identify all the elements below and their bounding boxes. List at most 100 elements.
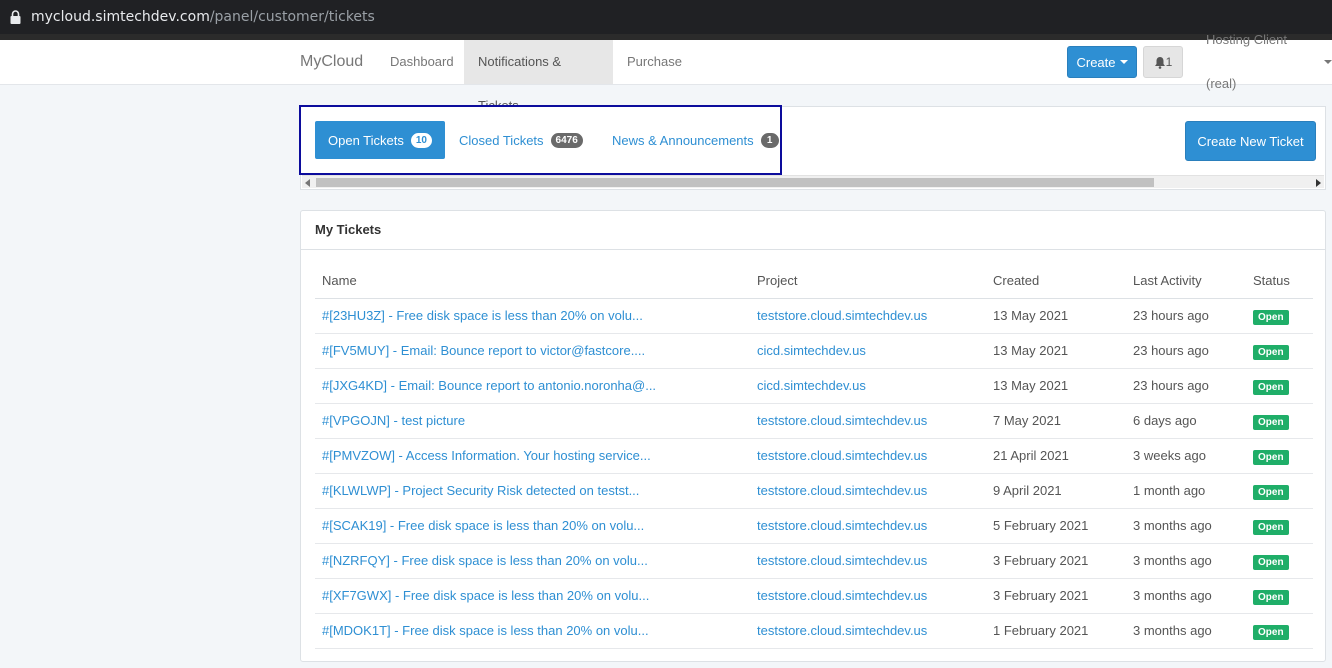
ticket-project-cell: teststore.cloud.simtechdev.us bbox=[750, 543, 986, 579]
ticket-created-cell: 3 February 2021 bbox=[986, 578, 1126, 614]
status-badge: Open bbox=[1253, 414, 1289, 430]
table-row[interactable]: #[23HU3Z] - Free disk space is less than… bbox=[315, 298, 1313, 334]
ticket-name-cell: #[MDOK1T] - Free disk space is less than… bbox=[315, 613, 750, 649]
nav-purchase[interactable]: Purchase bbox=[613, 40, 696, 84]
status-badge: Open bbox=[1253, 624, 1289, 640]
status-badge: Open bbox=[1253, 379, 1289, 395]
ticket-last-activity-cell: 1 month ago bbox=[1126, 473, 1246, 509]
ticket-status-cell: Open bbox=[1246, 473, 1313, 509]
ticket-project-cell: teststore.cloud.simtechdev.us bbox=[750, 298, 986, 334]
project-link[interactable]: teststore.cloud.simtechdev.us bbox=[757, 518, 927, 533]
caret-down-icon bbox=[1324, 60, 1332, 64]
ticket-name-cell: #[NZRFQY] - Free disk space is less than… bbox=[315, 543, 750, 579]
ticket-last-activity-cell: 3 months ago bbox=[1126, 578, 1246, 614]
ticket-status-cell: Open bbox=[1246, 543, 1313, 579]
status-badge: Open bbox=[1253, 484, 1289, 500]
table-row[interactable]: #[XF7GWX] - Free disk space is less than… bbox=[315, 578, 1313, 614]
status-badge: Open bbox=[1253, 344, 1289, 360]
top-navbar: MyCloud Dashboard Notifications & Ticket… bbox=[0, 32, 1332, 113]
project-link[interactable]: teststore.cloud.simtechdev.us bbox=[757, 448, 927, 463]
column-header-status[interactable]: Status bbox=[1246, 263, 1313, 299]
table-row[interactable]: #[FV5MUY] - Email: Bounce report to vict… bbox=[315, 333, 1313, 369]
status-badge: Open bbox=[1253, 309, 1289, 325]
create-dropdown-button[interactable]: Create bbox=[1067, 46, 1137, 78]
scroll-left-icon[interactable] bbox=[305, 179, 310, 187]
table-row[interactable]: #[KLWLWP] - Project Security Risk detect… bbox=[315, 473, 1313, 509]
ticket-project-cell: teststore.cloud.simtechdev.us bbox=[750, 473, 986, 509]
ticket-last-activity-cell: 23 hours ago bbox=[1126, 333, 1246, 369]
ticket-last-activity-cell: 3 months ago bbox=[1126, 508, 1246, 544]
ticket-link[interactable]: #[KLWLWP] - Project Security Risk detect… bbox=[322, 483, 639, 498]
ticket-link[interactable]: #[JXG4KD] - Email: Bounce report to anto… bbox=[322, 378, 656, 393]
project-link[interactable]: teststore.cloud.simtechdev.us bbox=[757, 553, 927, 568]
ticket-last-activity-cell: 3 months ago bbox=[1126, 543, 1246, 579]
ticket-name-cell: #[23HU3Z] - Free disk space is less than… bbox=[315, 298, 750, 334]
project-link[interactable]: teststore.cloud.simtechdev.us bbox=[757, 483, 927, 498]
column-header-name[interactable]: Name bbox=[315, 263, 750, 299]
ticket-created-cell: 13 May 2021 bbox=[986, 298, 1126, 334]
table-row[interactable]: #[PMVZOW] - Access Information. Your hos… bbox=[315, 438, 1313, 474]
ticket-name-cell: #[JXG4KD] - Email: Bounce report to anto… bbox=[315, 368, 750, 404]
ticket-link[interactable]: #[XF7GWX] - Free disk space is less than… bbox=[322, 588, 649, 603]
project-link[interactable]: teststore.cloud.simtechdev.us bbox=[757, 588, 927, 603]
ticket-status-cell: Open bbox=[1246, 613, 1313, 649]
user-label: Hosting Client (real) bbox=[1206, 32, 1287, 91]
scrollbar-thumb[interactable] bbox=[316, 178, 1154, 187]
table-row[interactable]: #[SCAK19] - Free disk space is less than… bbox=[315, 508, 1313, 544]
user-menu[interactable]: Hosting Client (real) bbox=[1206, 32, 1332, 91]
ticket-link[interactable]: #[FV5MUY] - Email: Bounce report to vict… bbox=[322, 343, 645, 358]
ticket-link[interactable]: #[PMVZOW] - Access Information. Your hos… bbox=[322, 448, 651, 463]
ticket-link[interactable]: #[VPGOJN] - test picture bbox=[322, 413, 465, 428]
horizontal-scrollbar[interactable] bbox=[302, 175, 1324, 188]
ticket-link[interactable]: #[23HU3Z] - Free disk space is less than… bbox=[322, 308, 643, 323]
browser-address-bar[interactable]: mycloud.simtechdev.com/panel/customer/ti… bbox=[0, 0, 1332, 34]
column-header-project[interactable]: Project bbox=[750, 263, 986, 299]
ticket-created-cell: 1 February 2021 bbox=[986, 613, 1126, 649]
ticket-status-cell: Open bbox=[1246, 333, 1313, 369]
status-badge: Open bbox=[1253, 449, 1289, 465]
ticket-name-cell: #[KLWLWP] - Project Security Risk detect… bbox=[315, 473, 750, 509]
ticket-link[interactable]: #[MDOK1T] - Free disk space is less than… bbox=[322, 623, 649, 638]
ticket-project-cell: teststore.cloud.simtechdev.us bbox=[750, 508, 986, 544]
url-host: mycloud.simtechdev.com bbox=[31, 9, 210, 25]
project-link[interactable]: cicd.simtechdev.us bbox=[757, 343, 866, 358]
notification-count: 1 bbox=[1165, 55, 1173, 69]
ticket-link[interactable]: #[NZRFQY] - Free disk space is less than… bbox=[322, 553, 648, 568]
table-row[interactable]: #[JXG4KD] - Email: Bounce report to anto… bbox=[315, 368, 1313, 404]
ticket-status-cell: Open bbox=[1246, 368, 1313, 404]
create-new-ticket-button[interactable]: Create New Ticket bbox=[1185, 121, 1316, 161]
table-row[interactable]: #[VPGOJN] - test picture teststore.cloud.… bbox=[315, 403, 1313, 439]
nav-notifications-tickets[interactable]: Notifications & Tickets bbox=[464, 40, 613, 113]
brand-logo[interactable]: MyCloud bbox=[300, 40, 363, 84]
ticket-created-cell: 5 February 2021 bbox=[986, 508, 1126, 544]
panel-heading: My Tickets bbox=[301, 211, 1325, 250]
create-label: Create bbox=[1076, 54, 1116, 70]
status-badge: Open bbox=[1253, 519, 1289, 535]
project-link[interactable]: cicd.simtechdev.us bbox=[757, 378, 866, 393]
ticket-status-cell: Open bbox=[1246, 298, 1313, 334]
ticket-name-cell: #[XF7GWX] - Free disk space is less than… bbox=[315, 578, 750, 614]
notifications-button[interactable]: 1 bbox=[1143, 46, 1183, 78]
table-row[interactable]: #[NZRFQY] - Free disk space is less than… bbox=[315, 543, 1313, 579]
project-link[interactable]: teststore.cloud.simtechdev.us bbox=[757, 308, 927, 323]
ticket-last-activity-cell: 6 days ago bbox=[1126, 403, 1246, 439]
ticket-name-cell: #[SCAK19] - Free disk space is less than… bbox=[315, 508, 750, 544]
ticket-created-cell: 13 May 2021 bbox=[986, 333, 1126, 369]
ticket-last-activity-cell: 23 hours ago bbox=[1126, 368, 1246, 404]
ticket-last-activity-cell: 23 hours ago bbox=[1126, 298, 1246, 334]
project-link[interactable]: teststore.cloud.simtechdev.us bbox=[757, 413, 927, 428]
ticket-name-cell: #[FV5MUY] - Email: Bounce report to vict… bbox=[315, 333, 750, 369]
status-badge: Open bbox=[1253, 554, 1289, 570]
ticket-last-activity-cell: 3 months ago bbox=[1126, 613, 1246, 649]
table-row[interactable]: #[MDOK1T] - Free disk space is less than… bbox=[315, 613, 1313, 649]
column-header-created[interactable]: Created bbox=[986, 263, 1126, 299]
my-tickets-panel: My Tickets Name Project Created Last Act… bbox=[300, 210, 1326, 662]
ticket-status-cell: Open bbox=[1246, 438, 1313, 474]
column-header-last-activity[interactable]: Last Activity bbox=[1126, 263, 1246, 299]
project-link[interactable]: teststore.cloud.simtechdev.us bbox=[757, 623, 927, 638]
ticket-name-cell: #[VPGOJN] - test picture bbox=[315, 403, 750, 439]
ticket-created-cell: 21 April 2021 bbox=[986, 438, 1126, 474]
ticket-link[interactable]: #[SCAK19] - Free disk space is less than… bbox=[322, 518, 644, 533]
nav-dashboard[interactable]: Dashboard bbox=[376, 40, 468, 84]
scroll-right-icon[interactable] bbox=[1316, 179, 1321, 187]
